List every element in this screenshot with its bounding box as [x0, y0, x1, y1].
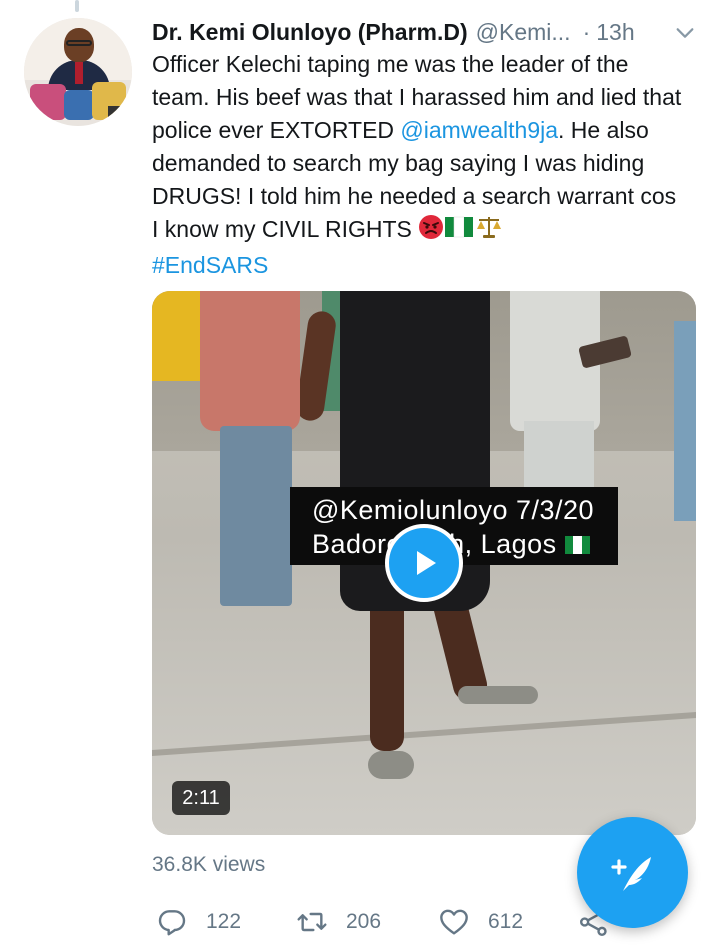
video-duration: 2:11	[172, 781, 230, 815]
reply-button[interactable]: 122	[156, 902, 241, 942]
chevron-down-icon[interactable]	[674, 22, 696, 44]
retweet-count: 206	[346, 910, 382, 933]
separator-dot: ·	[582, 18, 591, 45]
watermark-line2: Badore Ajah, Lagos	[312, 527, 618, 561]
view-count: 36.8K views	[152, 853, 266, 876]
compose-tweet-icon	[610, 856, 651, 891]
tweet-timestamp[interactable]: 13h	[596, 19, 634, 46]
avatar[interactable]	[24, 18, 132, 126]
tweet-text: Officer Kelechi taping me was the leader…	[152, 48, 682, 282]
play-icon	[417, 551, 436, 575]
play-button[interactable]	[385, 524, 463, 602]
retweet-icon	[297, 912, 327, 932]
mention-link[interactable]: @iamwealth9ja	[400, 117, 558, 143]
thread-connector-line	[75, 0, 79, 12]
like-count: 612	[488, 910, 524, 933]
video-player[interactable]: @Kemiolunloyo 7/3/20 Badore Ajah, Lagos …	[152, 291, 696, 835]
nigeria-flag-emoji	[444, 214, 474, 249]
tweet-header: Dr. Kemi Olunloyo (Pharm.D) @Kemi... · 1…	[152, 14, 700, 50]
watermark-line1: @Kemiolunloyo 7/3/20	[312, 495, 595, 525]
hashtag-link[interactable]: #EndSARS	[152, 252, 268, 278]
heart-icon	[440, 909, 468, 935]
author-handle[interactable]: @Kemi...	[476, 19, 571, 46]
retweet-button[interactable]: 206	[296, 902, 381, 942]
like-button[interactable]: 612	[438, 902, 523, 942]
balance-scale-emoji	[474, 214, 504, 249]
angry-face-emoji	[418, 214, 444, 249]
tweet-actions: 122 206 612	[152, 902, 622, 942]
reply-icon	[158, 910, 186, 936]
compose-tweet-button[interactable]	[577, 817, 688, 928]
reply-count: 122	[206, 910, 242, 933]
author-name[interactable]: Dr. Kemi Olunloyo (Pharm.D)	[152, 19, 468, 46]
